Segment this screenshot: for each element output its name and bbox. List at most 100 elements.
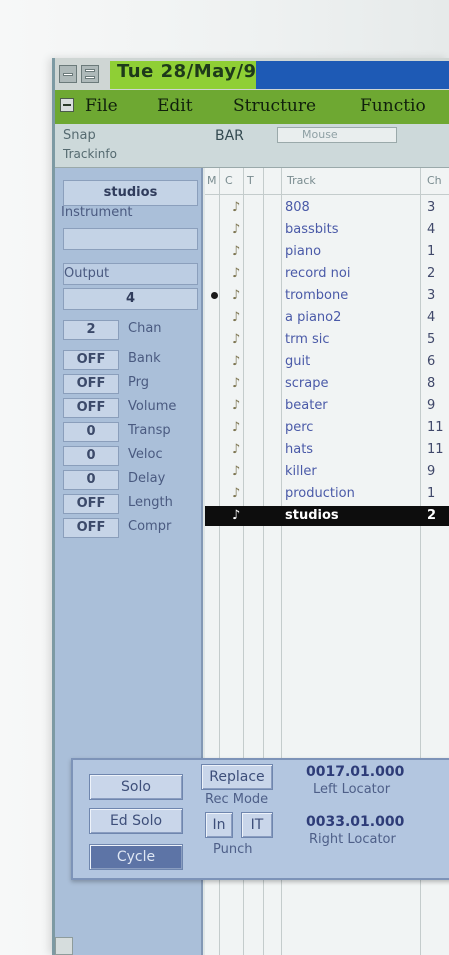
track-channel: 4 <box>427 310 436 325</box>
param-label: Transp <box>128 423 171 438</box>
midi-note-icon: ♪ <box>232 420 241 435</box>
record-dot-icon[interactable] <box>211 292 218 299</box>
track-channel: 1 <box>427 244 436 259</box>
track-row[interactable]: ♪ record noi 2 <box>205 264 449 284</box>
system-menu-button[interactable] <box>59 65 77 83</box>
header-time[interactable]: T <box>247 174 254 192</box>
solo-button[interactable]: Solo <box>89 774 183 800</box>
midi-note-icon: ♪ <box>232 200 241 215</box>
track-row[interactable]: ♪ scrape 8 <box>205 374 449 394</box>
header-class[interactable]: C <box>225 174 233 192</box>
window-icon[interactable] <box>81 65 99 83</box>
midi-note-icon: ♪ <box>232 266 241 281</box>
track-channel: 2 <box>427 508 437 523</box>
snap-value-select[interactable]: BAR <box>215 128 244 144</box>
instrument-field[interactable] <box>63 228 198 250</box>
track-name: trm sic <box>285 332 330 347</box>
cycle-button[interactable]: Cycle <box>89 844 183 870</box>
track-name: a piano2 <box>285 310 342 325</box>
midi-note-icon: ♪ <box>232 244 241 259</box>
param-prg[interactable]: OFF Prg <box>63 374 198 394</box>
midi-note-icon: ♪ <box>232 508 241 523</box>
instrument-label: Instrument <box>61 205 133 220</box>
punch-out-button[interactable]: IT <box>241 812 273 838</box>
param-label: Bank <box>128 351 161 366</box>
track-name: 808 <box>285 200 310 215</box>
param-value[interactable]: OFF <box>63 374 119 394</box>
param-value[interactable]: 2 <box>63 320 119 340</box>
menu-edit[interactable]: Edit <box>157 96 193 116</box>
track-row[interactable]: ♪ bassbits 4 <box>205 220 449 240</box>
document-menu-button[interactable] <box>60 98 74 112</box>
track-row[interactable]: ♪ perc 11 <box>205 418 449 438</box>
param-chan[interactable]: 2 Chan <box>63 320 198 340</box>
track-row[interactable]: ♪ 808 3 <box>205 198 449 218</box>
menu-functions[interactable]: Functio <box>360 96 426 116</box>
track-name-value: studios <box>103 185 158 200</box>
param-label: Delay <box>128 471 166 486</box>
output-label: Output <box>64 266 110 281</box>
param-label: Compr <box>128 519 172 534</box>
midi-note-icon: ♪ <box>232 376 241 391</box>
track-name: production <box>285 486 355 501</box>
midi-note-icon: ♪ <box>232 442 241 457</box>
menu-structure[interactable]: Structure <box>233 96 316 116</box>
track-name: beater <box>285 398 328 413</box>
title-bar: Tue 28/May/96 <box>55 58 449 90</box>
title-bar-fill <box>256 61 449 89</box>
track-row[interactable]: ♪ a piano2 4 <box>205 308 449 328</box>
param-value[interactable]: OFF <box>63 494 119 514</box>
track-row-selected[interactable]: ♪ studios 2 <box>205 506 449 526</box>
param-value[interactable]: OFF <box>63 518 119 538</box>
output-value-field[interactable]: 4 <box>63 288 198 310</box>
param-bank[interactable]: OFF Bank <box>63 350 198 370</box>
header-mute[interactable]: M <box>207 174 217 192</box>
track-name: trombone <box>285 288 349 303</box>
scrollbar-corner[interactable] <box>55 937 73 955</box>
track-row[interactable]: ♪ hats 11 <box>205 440 449 460</box>
menu-file[interactable]: File <box>85 96 118 116</box>
header-channel[interactable]: Ch <box>427 174 442 192</box>
param-volume[interactable]: OFF Volume <box>63 398 198 418</box>
menu-bar: File Edit Structure Functio <box>55 90 449 124</box>
param-transp[interactable]: 0 Transp <box>63 422 198 442</box>
track-row[interactable]: ♪ piano 1 <box>205 242 449 262</box>
ed-solo-button[interactable]: Ed Solo <box>89 808 183 834</box>
punch-in-button[interactable]: In <box>205 812 233 838</box>
right-locator-value[interactable]: 0033.01.000 <box>306 814 404 830</box>
param-value[interactable]: 0 <box>63 422 119 442</box>
track-row[interactable]: ♪ beater 9 <box>205 396 449 416</box>
midi-note-icon: ♪ <box>232 332 241 347</box>
param-value[interactable]: 0 <box>63 470 119 490</box>
track-name-field[interactable]: studios <box>63 180 198 206</box>
param-length[interactable]: OFF Length <box>63 494 198 514</box>
param-value[interactable]: OFF <box>63 350 119 370</box>
trackinfo-toggle[interactable]: Trackinfo <box>63 147 117 161</box>
track-channel: 2 <box>427 266 436 281</box>
track-channel: 6 <box>427 354 436 369</box>
track-row[interactable]: ♪ killer 9 <box>205 462 449 482</box>
midi-note-icon: ♪ <box>232 222 241 237</box>
rec-mode-replace-button[interactable]: Replace <box>201 764 273 790</box>
param-veloc[interactable]: 0 Veloc <box>63 446 198 466</box>
midi-note-icon: ♪ <box>232 464 241 479</box>
param-delay[interactable]: 0 Delay <box>63 470 198 490</box>
track-channel: 9 <box>427 464 436 479</box>
param-label: Volume <box>128 399 177 414</box>
track-row[interactable]: ♪ trm sic 5 <box>205 330 449 350</box>
param-compr[interactable]: OFF Compr <box>63 518 198 538</box>
punch-label: Punch <box>213 842 253 857</box>
track-name: scrape <box>285 376 329 391</box>
track-row[interactable]: ♪ production 1 <box>205 484 449 504</box>
midi-note-icon: ♪ <box>232 354 241 369</box>
track-channel: 3 <box>427 200 436 215</box>
track-row[interactable]: ♪ guit 6 <box>205 352 449 372</box>
param-value[interactable]: 0 <box>63 446 119 466</box>
left-locator-value[interactable]: 0017.01.000 <box>306 764 404 780</box>
param-label: Veloc <box>128 447 163 462</box>
output-value: 4 <box>125 291 136 306</box>
output-field[interactable]: Output <box>63 263 198 285</box>
track-row[interactable]: ♪ trombone 3 <box>205 286 449 306</box>
header-track[interactable]: Track <box>287 174 316 192</box>
param-value[interactable]: OFF <box>63 398 119 418</box>
